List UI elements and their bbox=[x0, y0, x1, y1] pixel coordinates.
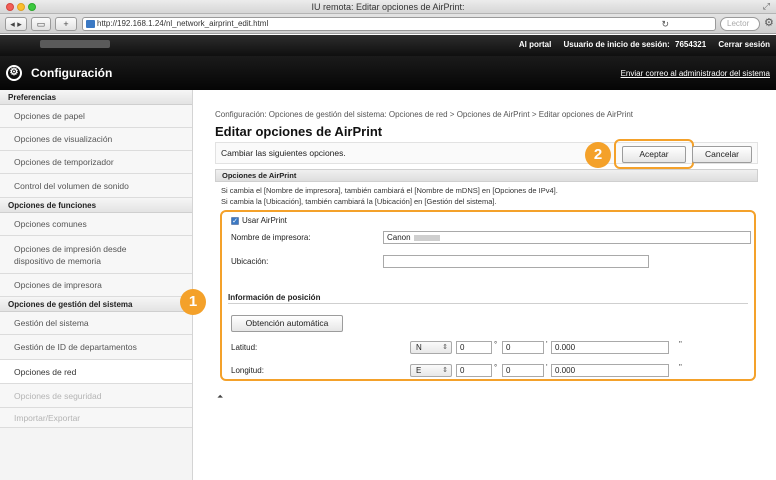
printer-name-value: Canon bbox=[387, 233, 411, 242]
favicon-icon bbox=[86, 20, 95, 28]
select-arrows-icon: ⇕ bbox=[442, 367, 448, 374]
page-title: Editar opciones de AirPrint bbox=[215, 124, 383, 139]
reload-icon[interactable]: ↻ bbox=[661, 18, 669, 30]
window-titlebar: IU remota: Editar opciones de AirPrint: … bbox=[0, 0, 776, 14]
longitude-seconds-field[interactable]: 0.000 bbox=[551, 364, 669, 377]
header-title: Configuración bbox=[31, 66, 113, 80]
latitude-seconds-field[interactable]: 0.000 bbox=[551, 341, 669, 354]
main-content: Configuración: Opciones de gestión del s… bbox=[180, 90, 776, 480]
sidebar-item-dept-id[interactable]: Gestión de ID de departamentos bbox=[0, 335, 192, 360]
longitude-label: Longitud: bbox=[231, 366, 264, 375]
address-bar[interactable]: http://192.168.1.24/nl_network_airprint_… bbox=[82, 17, 716, 31]
device-name-redacted bbox=[40, 40, 110, 48]
longitude-degrees-field[interactable]: 0 bbox=[456, 364, 492, 377]
longitude-direction-value: E bbox=[416, 366, 422, 375]
settings-icon: ⚙ bbox=[6, 65, 22, 81]
longitude-direction-select[interactable]: E ⇕ bbox=[410, 364, 452, 377]
sidebar-heading-preferences: Preferencias bbox=[0, 90, 192, 105]
location-field[interactable] bbox=[383, 255, 649, 268]
top-bar: Al portal Usuario de inicio de sesión: 7… bbox=[0, 35, 776, 56]
sidebar-item-paper[interactable]: Opciones de papel bbox=[0, 105, 192, 128]
settings-header: ⚙ Configuración Enviar correo al adminis… bbox=[0, 56, 776, 90]
latitude-label: Latitud: bbox=[231, 343, 258, 352]
sidebar-item-timer[interactable]: Opciones de temporizador bbox=[0, 151, 192, 174]
top-nav: Al portal Usuario de inicio de sesión: 7… bbox=[509, 40, 770, 49]
address-url: http://192.168.1.24/nl_network_airprint_… bbox=[97, 19, 269, 28]
sidebar-item-common[interactable]: Opciones comunes bbox=[0, 213, 192, 236]
degree-symbol: ° bbox=[494, 363, 498, 372]
minute-symbol: ' bbox=[546, 340, 548, 349]
sidebar-item-system[interactable]: Gestión del sistema bbox=[0, 312, 192, 335]
mail-admin-link[interactable]: Enviar correo al administrador del siste… bbox=[621, 69, 770, 78]
auto-acquire-button[interactable]: Obtención automática bbox=[231, 315, 343, 332]
sidebar-item-network[interactable]: Opciones de red bbox=[0, 360, 192, 384]
checkbox-checked-icon[interactable]: ✓ bbox=[231, 216, 239, 225]
sidebar-item-display[interactable]: Opciones de visualización bbox=[0, 128, 192, 151]
sidebar-item-printer[interactable]: Opciones de impresora bbox=[0, 274, 192, 297]
reading-list-button[interactable]: ▭ bbox=[31, 17, 51, 31]
latitude-direction-value: N bbox=[416, 343, 422, 352]
second-symbol: " bbox=[679, 363, 682, 372]
position-heading: Información de posición bbox=[228, 293, 321, 302]
callout-badge-2: 2 bbox=[585, 142, 611, 168]
use-airprint-label: Usar AirPrint bbox=[242, 216, 287, 225]
logout-link[interactable]: Cerrar sesión bbox=[718, 40, 770, 49]
sidebar-heading-management: Opciones de gestión del sistema bbox=[0, 297, 192, 312]
gear-icon[interactable]: ⚙ bbox=[764, 17, 774, 29]
printer-name-field[interactable]: Canon bbox=[383, 231, 751, 244]
callout-badge-1: 1 bbox=[180, 289, 206, 315]
window-title: IU remota: Editar opciones de AirPrint: bbox=[311, 2, 465, 12]
sidebar: Preferencias Opciones de papel Opciones … bbox=[0, 90, 193, 480]
longitude-minutes-field[interactable]: 0 bbox=[502, 364, 544, 377]
sidebar-item-memory-print[interactable]: Opciones de impresión desde dispositivo … bbox=[0, 236, 192, 274]
login-user-id: 7654321 bbox=[675, 40, 707, 49]
note-printer-name: Si cambia el [Nombre de impresora], tamb… bbox=[221, 186, 558, 195]
latitude-direction-select[interactable]: N ⇕ bbox=[410, 341, 452, 354]
sidebar-item-volume[interactable]: Control del volumen de sonido bbox=[0, 174, 192, 198]
breadcrumb: Configuración: Opciones de gestión del s… bbox=[215, 110, 634, 119]
degree-symbol: ° bbox=[494, 340, 498, 349]
portal-link[interactable]: Al portal bbox=[519, 40, 551, 49]
note-location: Si cambia la [Ubicación], también cambia… bbox=[221, 197, 497, 206]
divider bbox=[228, 303, 748, 304]
search-input[interactable]: Lector bbox=[720, 17, 760, 31]
latitude-degrees-field[interactable]: 0 bbox=[456, 341, 492, 354]
fullscreen-icon[interactable]: ⤢ bbox=[763, 1, 770, 12]
latitude-minutes-field[interactable]: 0 bbox=[502, 341, 544, 354]
scroll-to-top-icon[interactable]: ⏶ bbox=[217, 392, 223, 402]
select-arrows-icon: ⇕ bbox=[442, 344, 448, 351]
sidebar-item-security[interactable]: Opciones de seguridad bbox=[0, 384, 192, 408]
ok-button[interactable]: Aceptar bbox=[622, 146, 686, 163]
location-label: Ubicación: bbox=[231, 257, 269, 266]
printer-name-label: Nombre de impresora: bbox=[231, 233, 311, 242]
use-airprint-checkbox-row[interactable]: ✓ Usar AirPrint bbox=[231, 216, 287, 225]
second-symbol: " bbox=[679, 340, 682, 349]
minute-symbol: ' bbox=[546, 363, 548, 372]
sidebar-heading-functions: Opciones de funciones bbox=[0, 198, 192, 213]
section-heading: Opciones de AirPrint bbox=[215, 169, 758, 182]
back-forward-buttons[interactable]: ◂ ▸ bbox=[5, 17, 27, 31]
printer-name-redacted bbox=[413, 234, 440, 241]
sidebar-item-import-export[interactable]: Importar/Exportar bbox=[0, 408, 192, 428]
browser-toolbar: ◂ ▸ ▭ + http://192.168.1.24/nl_network_a… bbox=[0, 14, 776, 34]
new-tab-button[interactable]: + bbox=[55, 17, 77, 31]
cancel-button[interactable]: Cancelar bbox=[692, 146, 752, 163]
login-user-label: Usuario de inicio de sesión: bbox=[563, 40, 670, 49]
